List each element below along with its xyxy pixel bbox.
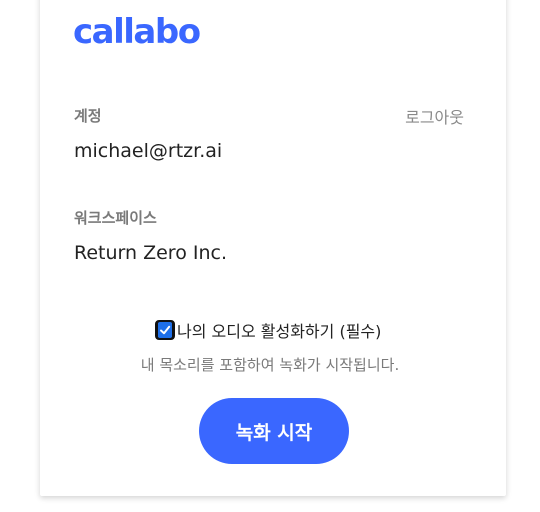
callabo-logo: callabo	[73, 12, 201, 52]
account-email: michael@rtzr.ai	[74, 140, 223, 162]
audio-hint-text: 내 목소리를 포함하여 녹화가 시작됩니다.	[140, 356, 400, 374]
audio-enable-label[interactable]: 나의 오디오 활성화하기 (필수)	[177, 318, 381, 342]
logout-link[interactable]: 로그아웃	[405, 104, 464, 128]
audio-toggle-row: 나의 오디오 활성화하기 (필수)	[155, 318, 381, 342]
account-label: 계정	[74, 107, 102, 125]
workspace-name: Return Zero Inc.	[74, 242, 227, 264]
workspace-label: 워크스페이스	[74, 209, 157, 227]
audio-enable-checkbox[interactable]	[155, 320, 175, 340]
checkmark-icon	[158, 322, 172, 338]
start-recording-button[interactable]: 녹화 시작	[199, 398, 349, 464]
